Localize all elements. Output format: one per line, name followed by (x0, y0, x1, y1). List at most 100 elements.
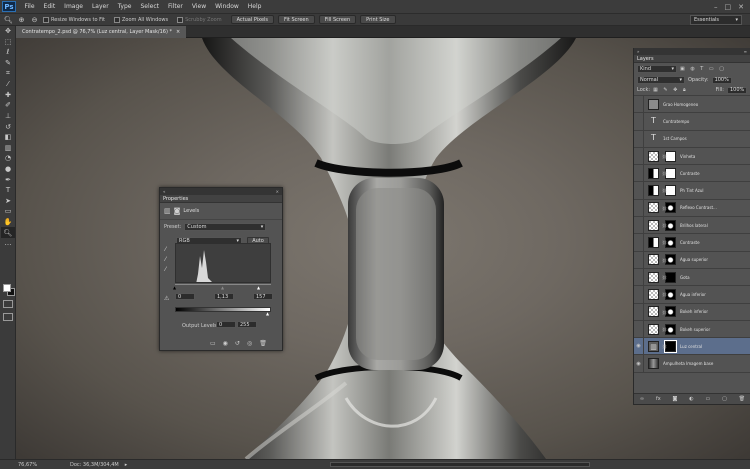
chain-link-icon[interactable]: ⛓ (662, 188, 667, 193)
layer-row[interactable]: ◉ ▥ ⛓ Luz central (634, 337, 750, 356)
chain-link-icon[interactable]: ⛓ (662, 171, 667, 176)
visibility-toggle[interactable] (634, 251, 644, 269)
layer-name[interactable]: 1st Campos (663, 136, 687, 141)
black-point-handle-icon[interactable]: ▲ (173, 285, 176, 290)
layer-name[interactable]: Contraste (680, 240, 700, 245)
layer-name[interactable]: Agua inferior (680, 292, 706, 297)
zoom-all-windows-checkbox[interactable] (114, 16, 120, 23)
midtone-handle-icon[interactable]: ▲ (221, 285, 224, 290)
layer-thumbnail[interactable] (648, 167, 659, 179)
screen-mode-icon[interactable] (3, 313, 13, 321)
output-gradient[interactable] (175, 307, 271, 312)
layer-thumbnail[interactable] (648, 237, 659, 249)
visibility-toggle[interactable] (634, 182, 644, 200)
gray-point-eyedropper-icon[interactable]: ⁄ (165, 255, 166, 265)
menu-window[interactable]: Window (211, 0, 244, 13)
add-mask-icon[interactable]: ◙ (673, 396, 678, 402)
layer-name[interactable]: Grao Homogeneo (663, 102, 698, 107)
menu-file[interactable]: File (20, 0, 39, 13)
layer-row[interactable]: ⛓ Brilhos lateral (634, 216, 750, 235)
layer-thumbnail[interactable] (648, 271, 659, 283)
view-previous-icon[interactable]: ◉ (223, 340, 228, 347)
healing-brush-tool-icon[interactable]: ✚ (1, 90, 15, 101)
layer-name[interactable]: Ampulheta Imagem base (663, 361, 713, 366)
new-group-icon[interactable]: ▭ (706, 396, 711, 402)
link-layers-icon[interactable]: ∞ (640, 396, 644, 402)
chain-link-icon[interactable]: ⛓ (662, 240, 667, 245)
lock-icons[interactable]: ▦ ✎ ✥ 🔒︎ (653, 87, 688, 93)
properties-title-bar[interactable]: «× (160, 188, 282, 195)
chain-link-icon[interactable]: ⛓ (662, 327, 667, 332)
resize-windows-checkbox[interactable] (43, 16, 49, 23)
minimize-icon[interactable]: – (714, 3, 718, 11)
chain-link-icon[interactable]: ⛓ (662, 275, 667, 280)
reset-icon[interactable]: ↺ (235, 340, 240, 347)
zoom-in-icon[interactable]: ⊕ (17, 15, 26, 24)
properties-tab[interactable]: Properties (160, 195, 282, 203)
close-icon[interactable]: ✕ (738, 3, 744, 11)
menu-edit[interactable]: Edit (39, 0, 60, 13)
zoom-level[interactable]: 76,67% (0, 462, 70, 468)
visibility-toggle[interactable] (634, 164, 644, 182)
visibility-toggle[interactable] (634, 95, 644, 113)
layer-thumbnail[interactable]: T (648, 133, 659, 145)
fill-field[interactable]: 100% (727, 86, 747, 94)
document-tab[interactable]: Contratempo_2.psd @ 76,7% (Luz central, … (16, 26, 187, 38)
output-black-field[interactable]: 0 (216, 321, 236, 328)
path-selection-tool-icon[interactable]: ➤ (1, 196, 15, 207)
status-menu-icon[interactable]: ▸ (125, 462, 128, 468)
history-brush-tool-icon[interactable]: ↺ (1, 121, 15, 132)
menu-help[interactable]: Help (243, 0, 266, 13)
dodge-tool-icon[interactable]: ● (1, 164, 15, 175)
layer-row[interactable]: ⛓ Vinheta (634, 147, 750, 166)
scrubby-zoom-option[interactable]: Scrubby Zoom (177, 16, 222, 23)
layer-name[interactable]: Reflexo Contrast... (680, 205, 717, 210)
layer-row[interactable]: Grao Homogeneo (634, 95, 750, 114)
layer-row[interactable]: ⛓ Contraste (634, 164, 750, 183)
output-white-field[interactable]: 255 (237, 321, 257, 328)
marquee-tool-icon[interactable]: ⬚ (1, 37, 15, 48)
visibility-toggle[interactable] (634, 199, 644, 217)
layer-name[interactable]: Vinheta (680, 154, 695, 159)
layer-thumbnail[interactable] (648, 323, 659, 335)
fit-screen-button[interactable]: Fit Screen (278, 15, 315, 24)
opacity-field[interactable]: 100% (711, 76, 732, 84)
blend-mode-select[interactable]: Normal ▾ (637, 76, 685, 84)
collapse-icon[interactable]: « (163, 189, 165, 194)
input-mid-field[interactable]: 1,13 (214, 293, 234, 300)
delete-layer-icon[interactable]: 🗑︎ (739, 396, 745, 402)
visibility-toggle[interactable] (634, 216, 644, 234)
visibility-toggle[interactable] (634, 268, 644, 286)
layers-tab[interactable]: Layers (634, 55, 750, 63)
gradient-tool-icon[interactable]: ▥ (1, 143, 15, 154)
layer-row[interactable]: ⛓ Agua superior (634, 251, 750, 269)
layers-title-bar[interactable]: » ≡ (634, 48, 750, 55)
layer-name[interactable]: Ph Tint Azul (680, 188, 704, 193)
horizontal-scrollbar[interactable] (330, 462, 590, 467)
chain-link-icon[interactable]: ⛓ (662, 223, 667, 228)
rectangle-tool-icon[interactable]: ▭ (1, 206, 15, 217)
layer-thumbnail[interactable]: T (648, 115, 659, 127)
layer-thumbnail[interactable] (648, 150, 659, 162)
chain-link-icon[interactable]: ⛓ (662, 310, 667, 315)
zoom-out-icon[interactable]: ⊖ (30, 15, 39, 24)
resize-windows-option[interactable]: Resize Windows to Fit (43, 16, 105, 23)
layer-name[interactable]: Contratempo (663, 119, 689, 124)
blur-tool-icon[interactable]: ◔ (1, 153, 15, 164)
visibility-toggle[interactable] (634, 234, 644, 252)
layer-name[interactable]: Luz central (680, 344, 702, 349)
menu-image[interactable]: Image (60, 0, 88, 13)
panel-menu-icon[interactable]: ≡ (744, 49, 747, 54)
preset-select[interactable]: Custom ▾ (184, 223, 267, 231)
scrubby-zoom-checkbox[interactable] (177, 16, 184, 23)
chain-link-icon[interactable]: ⛓ (662, 154, 667, 159)
actual-pixels-button[interactable]: Actual Pixels (230, 15, 275, 24)
zoom-tool-icon[interactable]: 🔍︎ (1, 227, 15, 238)
workspace-select[interactable]: Essentials ▾ (690, 15, 742, 25)
menu-type[interactable]: Type (113, 0, 136, 13)
move-tool-icon[interactable]: ✥ (1, 26, 15, 37)
input-black-field[interactable]: 0 (175, 293, 195, 300)
layer-thumbnail[interactable] (648, 288, 659, 300)
eraser-tool-icon[interactable]: ◧ (1, 132, 15, 143)
layer-name[interactable]: Contraste (680, 171, 700, 176)
